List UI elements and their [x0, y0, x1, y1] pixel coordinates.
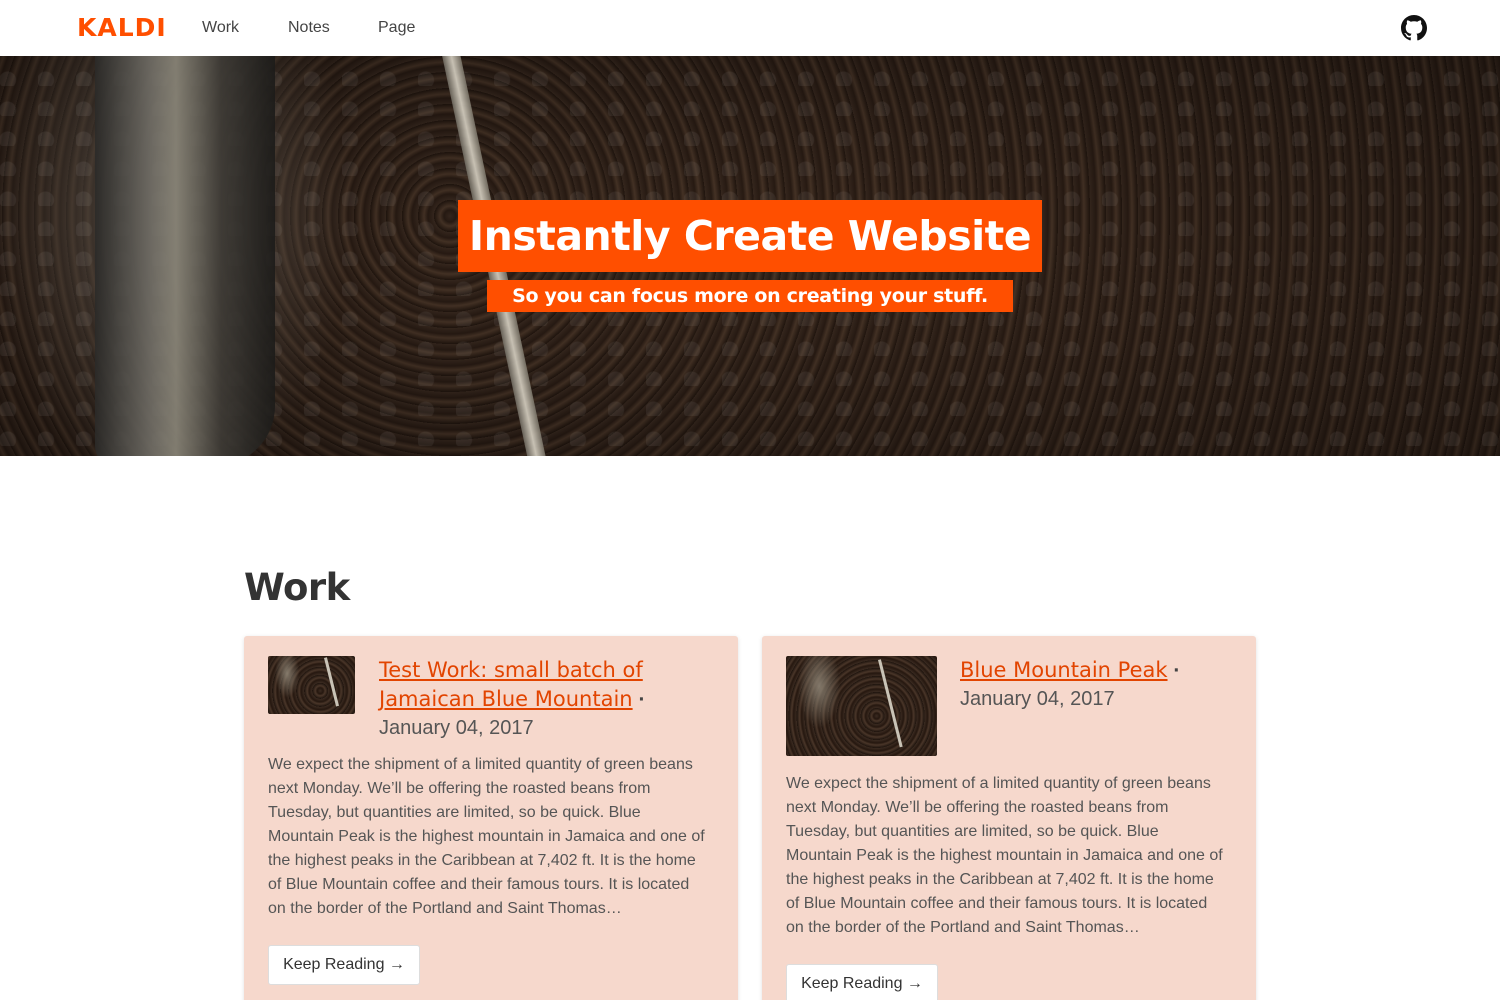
nav-link-page[interactable]: Page [378, 18, 415, 38]
keep-reading-button[interactable]: Keep Reading → [786, 964, 938, 1000]
work-card-separator: · [638, 688, 646, 711]
work-card-date: January 04, 2017 [379, 717, 534, 739]
work-card-separator: · [1173, 659, 1181, 682]
keep-reading-button[interactable]: Keep Reading → [268, 945, 420, 985]
work-card-header: Test Work: small batch of Jamaican Blue … [379, 656, 709, 742]
work-card-date: January 04, 2017 [960, 688, 1115, 710]
nav-link-work[interactable]: Work [202, 18, 239, 38]
top-navbar: KALDI Work Notes Page [0, 0, 1500, 56]
hero-banner: Instantly Create Website So you can focu… [0, 56, 1500, 456]
github-icon[interactable] [1401, 15, 1427, 41]
work-card-thumbnail[interactable] [268, 656, 355, 714]
hero-title-box: Instantly Create Website [458, 200, 1042, 272]
section-title-work: Work [244, 566, 350, 609]
hero-subtitle: So you can focus more on creating your s… [512, 285, 988, 307]
work-card-header: Blue Mountain Peak · January 04, 2017 [960, 656, 1240, 713]
work-card-title-link[interactable]: Test Work: small batch of Jamaican Blue … [379, 658, 643, 711]
work-card-title-link[interactable]: Blue Mountain Peak [960, 658, 1168, 682]
hero-title: Instantly Create Website [468, 212, 1032, 260]
site-logo[interactable]: KALDI [77, 14, 167, 42]
hero-image-roaster [95, 56, 275, 456]
work-card-thumbnail[interactable] [786, 656, 937, 756]
work-card: Blue Mountain Peak · January 04, 2017 We… [762, 636, 1256, 1000]
nav-link-notes[interactable]: Notes [288, 18, 330, 38]
hero-subtitle-box: So you can focus more on creating your s… [487, 280, 1013, 312]
work-card-excerpt: We expect the shipment of a limited quan… [268, 756, 705, 917]
work-card-excerpt: We expect the shipment of a limited quan… [786, 775, 1223, 936]
work-card: Test Work: small batch of Jamaican Blue … [244, 636, 738, 1000]
